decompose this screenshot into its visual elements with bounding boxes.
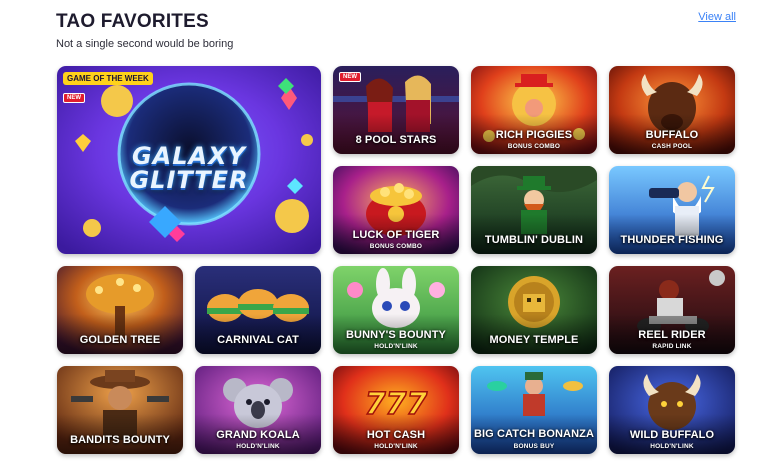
game-tile-bandits-bounty[interactable]: BANDITS BOUNTY bbox=[57, 366, 183, 454]
game-name: MONEY TEMPLE bbox=[489, 334, 579, 346]
game-feature: HOLD'N'LINK bbox=[374, 443, 418, 450]
game-name: BANDITS BOUNTY bbox=[70, 434, 170, 446]
game-tile-wild-buffalo[interactable]: WILD BUFFALO HOLD'N'LINK bbox=[609, 366, 735, 454]
game-name: HOT CASH bbox=[366, 429, 426, 441]
game-name: GOLDEN TREE bbox=[79, 334, 161, 346]
game-tile-buffalo[interactable]: BUFFALO CASH POOL bbox=[609, 66, 735, 154]
game-tile-money-temple[interactable]: MONEY TEMPLE bbox=[471, 266, 597, 354]
game-tile-8-pool-stars[interactable]: NEW 8 POOL STARS bbox=[333, 66, 459, 154]
game-name: REEL RIDER bbox=[638, 329, 706, 341]
game-tile-reel-rider[interactable]: REEL RIDER RAPID LINK bbox=[609, 266, 735, 354]
game-name: TUMBLIN' DUBLIN bbox=[484, 234, 584, 246]
game-name: RICH PIGGIES bbox=[495, 129, 573, 141]
featured-game-name: GALAXY GLITTER bbox=[57, 144, 321, 192]
game-tile-bunnys-bounty[interactable]: BUNNY'S BOUNTY HOLD'N'LINK bbox=[333, 266, 459, 354]
game-tile-tumblin-dublin[interactable]: TUMBLIN' DUBLIN bbox=[471, 166, 597, 254]
game-tile-galaxy-glitter[interactable]: GAME OF THE WEEK NEW GALAXY GLITTER bbox=[57, 66, 321, 254]
game-tile-grand-koala[interactable]: GRAND KOALA HOLD'N'LINK bbox=[195, 366, 321, 454]
new-badge: NEW bbox=[63, 93, 85, 103]
featured-name-line1: GALAXY bbox=[131, 142, 247, 170]
game-feature: HOLD'N'LINK bbox=[374, 343, 418, 350]
games-grid: GAME OF THE WEEK NEW GALAXY GLITTER NEW … bbox=[57, 66, 736, 455]
game-name: BUFFALO bbox=[645, 129, 699, 141]
game-name: CARNIVAL CAT bbox=[217, 334, 299, 346]
game-tile-thunder-fishing[interactable]: THUNDER FISHING bbox=[609, 166, 735, 254]
game-tile-rich-piggies[interactable]: RICH PIGGIES BONUS COMBO bbox=[471, 66, 597, 154]
game-name: THUNDER FISHING bbox=[620, 234, 724, 246]
game-tile-golden-tree[interactable]: GOLDEN TREE bbox=[57, 266, 183, 354]
game-feature: CASH POOL bbox=[651, 143, 693, 150]
new-badge: NEW bbox=[339, 72, 361, 82]
game-name: BIG CATCH BONANZA bbox=[473, 428, 595, 440]
game-name: LUCK OF TIGER bbox=[352, 229, 440, 241]
game-name: WILD BUFFALO bbox=[629, 429, 715, 441]
view-all-link[interactable]: View all bbox=[698, 11, 736, 23]
game-of-the-week-badge: GAME OF THE WEEK bbox=[63, 72, 153, 85]
game-feature: BONUS COMBO bbox=[369, 243, 423, 250]
game-feature: RAPID LINK bbox=[652, 343, 692, 350]
game-name: BUNNY'S BOUNTY bbox=[346, 329, 446, 341]
game-tile-hot-cash[interactable]: 777 HOT CASH HOLD'N'LINK bbox=[333, 366, 459, 454]
game-tile-carnival-cat[interactable]: CARNIVAL CAT bbox=[195, 266, 321, 354]
page-subtitle: Not a single second would be boring bbox=[56, 38, 234, 50]
game-feature: BONUS BUY bbox=[513, 443, 555, 450]
featured-name-line2: GLITTER bbox=[129, 166, 249, 194]
page-title: TAO FAVORITES bbox=[56, 11, 209, 32]
game-feature: BONUS COMBO bbox=[507, 143, 561, 150]
game-feature: HOLD'N'LINK bbox=[650, 443, 694, 450]
game-feature: HOLD'N'LINK bbox=[236, 443, 280, 450]
game-tile-big-catch-bonanza[interactable]: BIG CATCH BONANZA BONUS BUY bbox=[471, 366, 597, 454]
game-name: GRAND KOALA bbox=[216, 429, 300, 441]
game-tile-luck-of-tiger[interactable]: LUCK OF TIGER BONUS COMBO bbox=[333, 166, 459, 254]
game-name: 8 POOL STARS bbox=[355, 134, 437, 146]
